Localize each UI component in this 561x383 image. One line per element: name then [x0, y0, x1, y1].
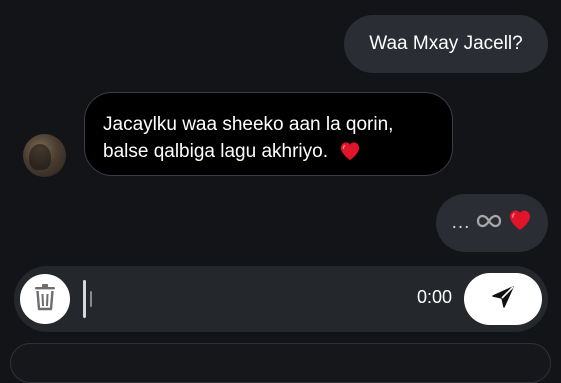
heart-icon: [339, 141, 361, 169]
send-button[interactable]: [464, 273, 542, 325]
delete-recording-button[interactable]: [20, 274, 70, 324]
avatar[interactable]: [23, 134, 66, 177]
recording-timer: 0:00: [416, 287, 452, 307]
incoming-message-line: Jacaylku waa sheeko aan la qorin,: [103, 114, 394, 135]
heart-icon: [508, 209, 532, 237]
send-icon: [490, 284, 516, 315]
waveform-start: [90, 291, 92, 307]
incoming-message-line: balse qalbiga lagu akhriyo.: [103, 141, 328, 162]
incoming-message[interactable]: Jacaylku waa sheeko aan la qorin, balse …: [84, 92, 453, 176]
outgoing-message-text: Waa Mxay Jacell?: [369, 33, 523, 54]
recording-cursor: [83, 280, 86, 318]
infinity-icon: [476, 212, 502, 234]
message-input-area[interactable]: [10, 343, 551, 383]
outgoing-message-text: ...: [451, 212, 471, 233]
trash-icon: [33, 283, 57, 316]
outgoing-message[interactable]: ...: [436, 194, 548, 252]
outgoing-message[interactable]: Waa Mxay Jacell?: [344, 15, 548, 73]
